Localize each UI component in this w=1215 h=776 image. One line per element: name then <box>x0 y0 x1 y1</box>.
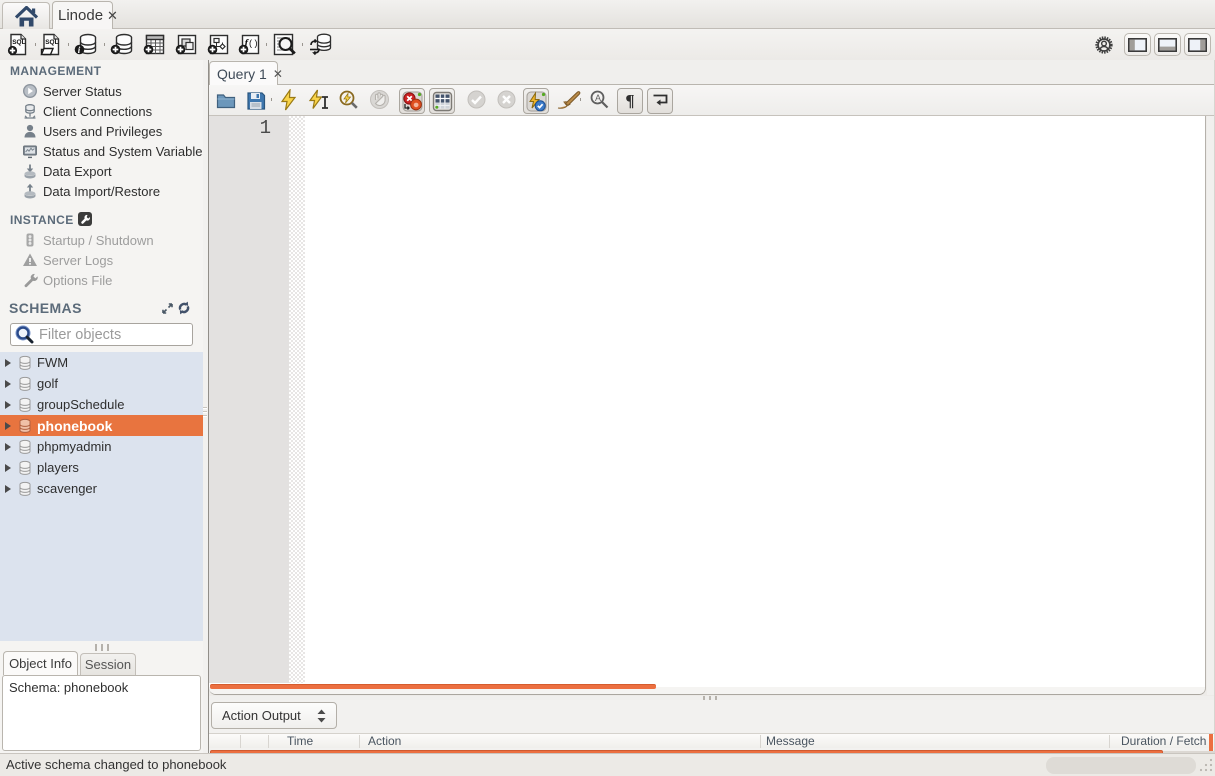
svg-text:SQL: SQL <box>12 39 25 46</box>
svg-text:A: A <box>595 93 601 103</box>
svg-text:SQL: SQL <box>45 39 58 46</box>
svg-text:( ): ( ) <box>249 38 258 48</box>
